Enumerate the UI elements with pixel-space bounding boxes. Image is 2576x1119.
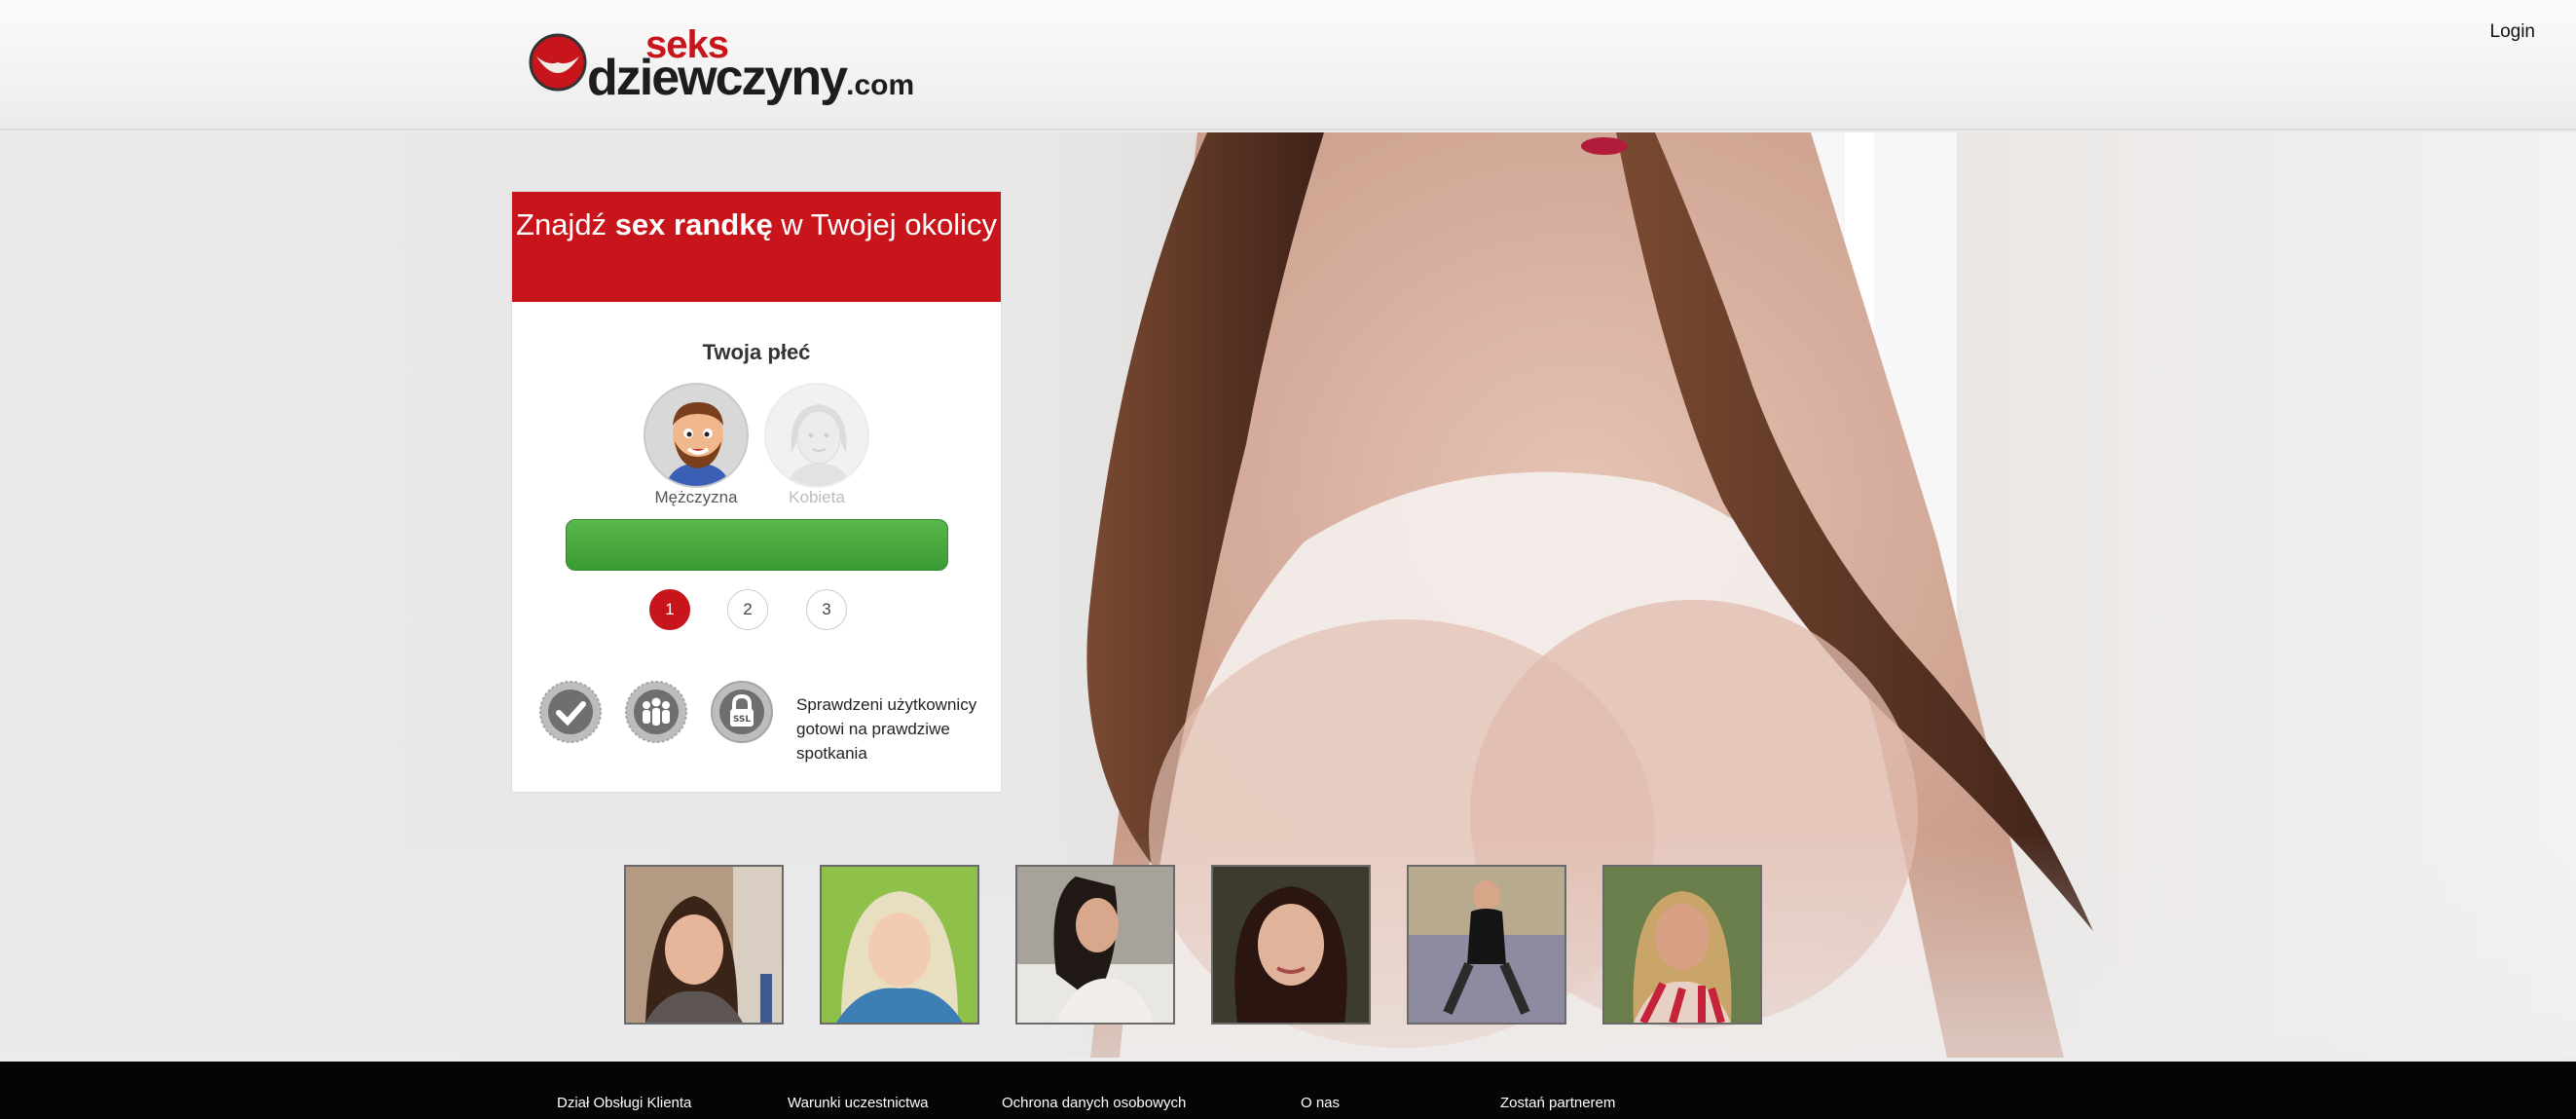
users-group-icon <box>625 681 687 743</box>
profile-photo-6 <box>1604 867 1760 1023</box>
profile-thumb-3[interactable] <box>1015 865 1175 1025</box>
gender-option-female[interactable] <box>764 383 869 488</box>
footer-link-terms[interactable]: Warunki uczestnictwa <box>788 1095 929 1111</box>
profile-photo-4 <box>1213 867 1369 1023</box>
trust-text: Sprawdzeni użytkownicy gotowi na prawdzi… <box>796 695 977 763</box>
profile-thumb-1[interactable] <box>624 865 784 1025</box>
logo-main-word: dziewczyny <box>587 50 848 106</box>
footer-link-privacy[interactable]: Ochrona danych osobowych <box>1002 1095 1186 1111</box>
profile-thumb-6[interactable] <box>1602 865 1762 1025</box>
male-label: Mężczyzna <box>654 488 738 506</box>
gender-title: Twoja płeć <box>702 340 811 364</box>
male-avatar-icon <box>665 402 731 486</box>
registration-card: Znajdź sex randkę w Twojej okolicy Twoja… <box>511 191 1002 793</box>
login-link[interactable]: Login <box>2490 21 2536 43</box>
logo-main-text: dziewczyny.com <box>587 49 914 107</box>
ssl-lock-icon: SSL <box>711 681 773 743</box>
step-2-indicator: 2 <box>727 589 768 630</box>
profile-thumb-4[interactable] <box>1211 865 1371 1025</box>
logo-tld: .com <box>846 69 915 101</box>
footer-link-about[interactable]: O nas <box>1301 1095 1340 1111</box>
profile-photo-5 <box>1409 867 1564 1023</box>
profile-photo-1 <box>626 867 782 1023</box>
footer: Dział Obsługi Klienta Warunki uczestnict… <box>0 1062 2576 1119</box>
header: seks dziewczyny.com Login <box>0 0 2576 131</box>
female-avatar-icon <box>786 404 852 486</box>
step-3-indicator: 3 <box>806 589 847 630</box>
title-prefix: Znajdź <box>516 207 615 242</box>
continue-button[interactable] <box>566 519 948 571</box>
title-suffix: w Twojej okolicy <box>772 207 997 242</box>
female-label: Kobieta <box>789 488 845 506</box>
footer-link-partner[interactable]: Zostań partnerem <box>1500 1095 1615 1111</box>
site-logo[interactable]: seks dziewczyny.com <box>529 23 914 106</box>
footer-link-customer-service[interactable]: Dział Obsługi Klienta <box>557 1095 691 1111</box>
step-1-indicator: 1 <box>649 589 690 630</box>
profile-thumb-5[interactable] <box>1407 865 1566 1025</box>
card-title: Znajdź sex randkę w Twojej okolicy <box>512 192 1001 302</box>
verified-check-icon <box>539 681 602 743</box>
profile-thumb-2[interactable] <box>820 865 979 1025</box>
svg-text:SSL: SSL <box>733 715 752 725</box>
profile-photo-3 <box>1017 867 1173 1023</box>
title-bold: sex randkę <box>614 207 773 242</box>
gender-option-male[interactable] <box>644 383 749 488</box>
logo-mark-icon <box>529 33 587 92</box>
profile-photo-2 <box>822 867 977 1023</box>
